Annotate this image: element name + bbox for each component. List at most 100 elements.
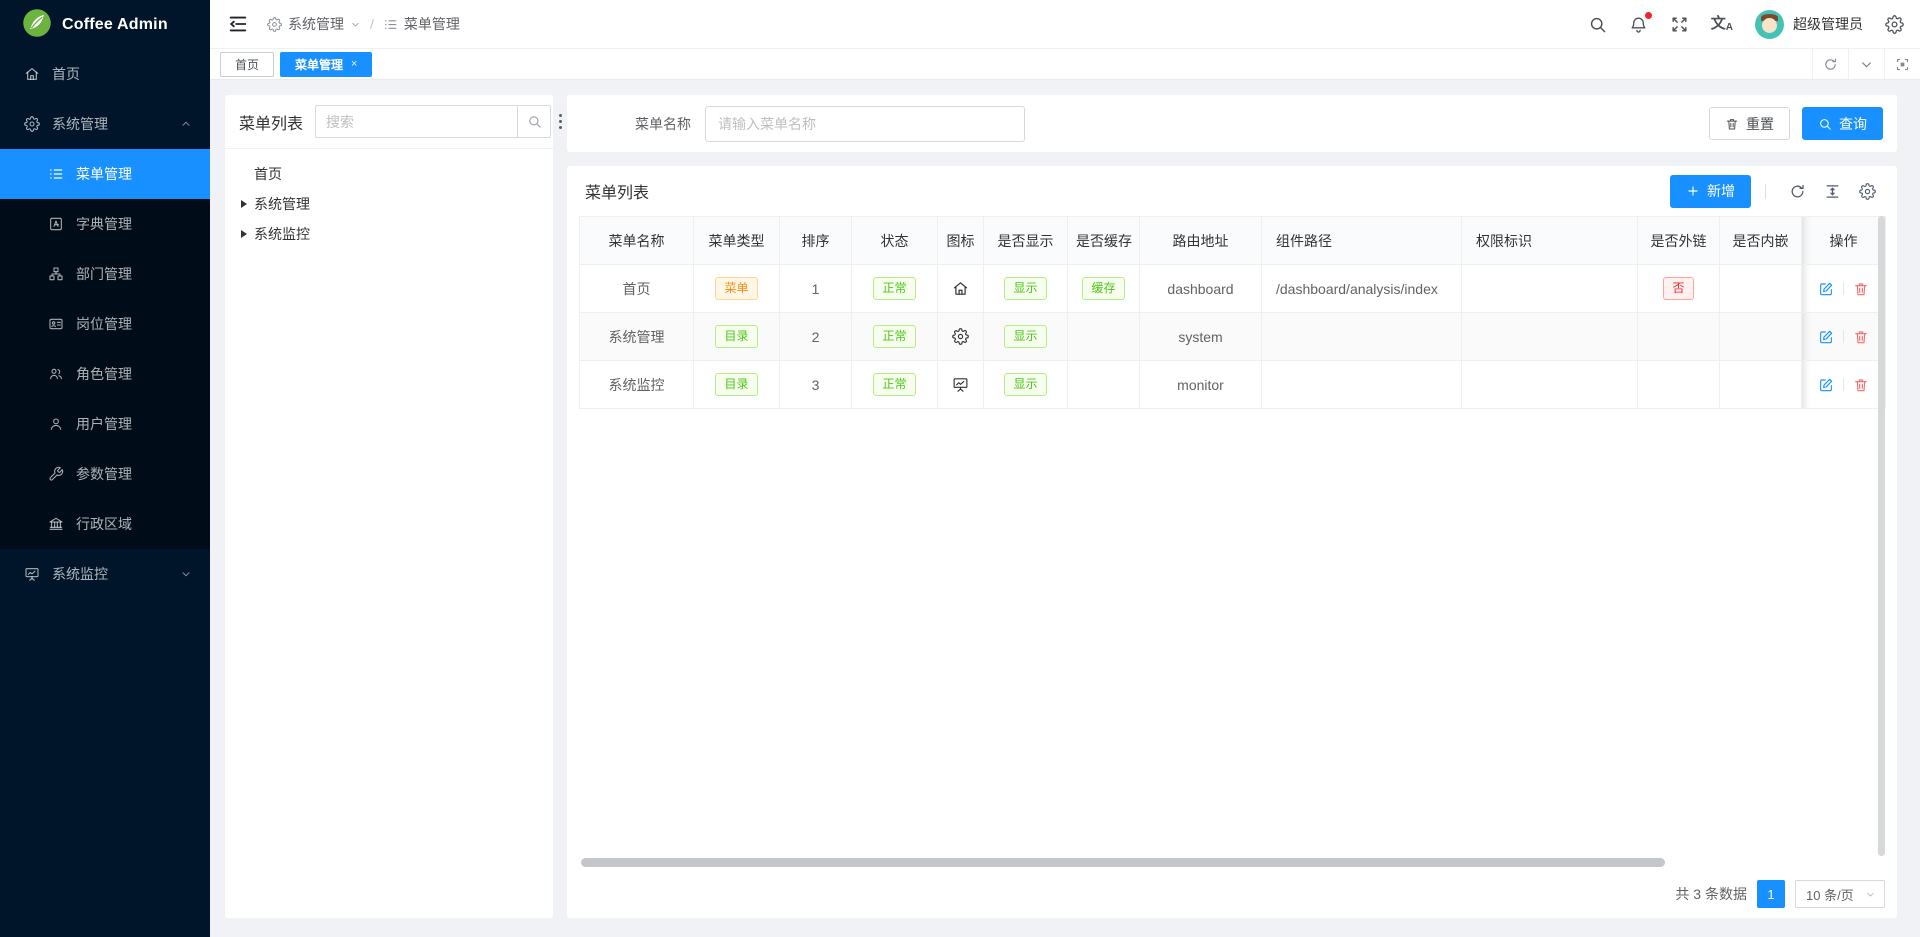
tabbar: 首页 菜单管理 ×: [210, 49, 1920, 80]
fullscreen-icon[interactable]: [1670, 15, 1689, 34]
content-fullscreen-icon[interactable]: [1884, 49, 1920, 79]
chevron-down-icon: [350, 19, 361, 30]
sidebar-item-home[interactable]: 首页: [0, 49, 210, 99]
gear-icon: [267, 17, 282, 32]
avatar: [1755, 10, 1784, 39]
scrollbar-thumb[interactable]: [581, 858, 1665, 867]
breadcrumb-separator: /: [370, 16, 374, 32]
user-menu[interactable]: 超级管理员: [1755, 10, 1863, 39]
chevron-down-icon: [1865, 889, 1876, 900]
cell-status: 正常: [852, 361, 938, 409]
tree-search-input[interactable]: [315, 105, 517, 138]
sidebar-item-menu-management[interactable]: 菜单管理: [0, 149, 210, 199]
cell-component: [1262, 361, 1462, 409]
monitor-icon: [24, 566, 40, 582]
system-management-submenu: 菜单管理 字典管理 部门管理 岗位管理 角色管理: [0, 149, 210, 549]
menu-tree: 首页 系统管理 系统监控: [225, 149, 553, 259]
sidebar-item-post-management[interactable]: 岗位管理: [0, 299, 210, 349]
table-row: 首页 菜单 1 正常 显示 缓存 dashboard /dashboard/an…: [580, 265, 1886, 313]
edit-icon[interactable]: [1818, 329, 1834, 345]
cell-embedded: [1720, 313, 1802, 361]
cell-cache: [1068, 313, 1140, 361]
logo[interactable]: Coffee Admin: [0, 0, 210, 49]
caret-icon[interactable]: [241, 230, 247, 238]
table-wrapper: 菜单名称 菜单类型 排序 状态 图标 是否显示 是否缓存 路由地址 组件路径: [579, 216, 1885, 870]
delete-icon[interactable]: [1853, 281, 1869, 297]
translate-icon[interactable]: 文A: [1711, 16, 1733, 33]
chevron-up-icon: [180, 118, 192, 130]
search-icon: [527, 114, 542, 129]
table-row: 系统监控 目录 3 正常 显示 monitor: [580, 361, 1886, 409]
breadcrumb-item-menu-management[interactable]: 菜单管理: [383, 14, 460, 34]
visible-badge: 显示: [1004, 325, 1046, 349]
sidebar-item-dictionary-management[interactable]: 字典管理: [0, 199, 210, 249]
settings-gear-icon[interactable]: [1885, 15, 1904, 34]
notification-dot: [1645, 12, 1652, 19]
cell-embedded: [1720, 265, 1802, 313]
sidebar-item-system-monitor[interactable]: 系统监控: [0, 549, 210, 599]
cell-external: [1638, 313, 1720, 361]
sidebar-item-user-management[interactable]: 用户管理: [0, 399, 210, 449]
sidebar-item-administrative-region[interactable]: 行政区域: [0, 499, 210, 549]
tab-options-chevron-icon[interactable]: [1848, 49, 1884, 79]
tree-node-system-management[interactable]: 系统管理: [233, 189, 545, 219]
cell-cache: 缓存: [1068, 265, 1140, 313]
edit-icon[interactable]: [1818, 377, 1834, 393]
vertical-scrollbar[interactable]: [1878, 216, 1885, 856]
search-icon[interactable]: [1588, 15, 1607, 34]
table-title: 菜单列表: [585, 179, 649, 203]
menu-type-badge: 目录: [715, 325, 757, 349]
menu-tree-panel: 菜单列表 首页 系统管理: [225, 95, 553, 918]
close-icon[interactable]: ×: [351, 58, 357, 70]
tabbar-controls: [1812, 49, 1920, 79]
menu-list-icon: [48, 166, 64, 182]
dictionary-icon: [48, 216, 64, 232]
notification-bell-icon[interactable]: [1629, 15, 1648, 34]
page-size-select[interactable]: 10 条/页: [1795, 880, 1885, 908]
app-title: Coffee Admin: [62, 16, 168, 34]
table-header-row: 菜单名称 菜单类型 排序 状态 图标 是否显示 是否缓存 路由地址 组件路径: [580, 217, 1886, 265]
tree-search-button[interactable]: [517, 105, 551, 138]
visible-badge: 显示: [1004, 277, 1046, 301]
cell-visible: 显示: [984, 265, 1068, 313]
sidebar-item-system-management[interactable]: 系统管理: [0, 99, 210, 149]
refresh-tab-icon[interactable]: [1812, 49, 1848, 79]
sidebar-item-role-management[interactable]: 角色管理: [0, 349, 210, 399]
tab-home[interactable]: 首页: [220, 52, 274, 77]
refresh-icon[interactable]: [1789, 183, 1806, 200]
gear-icon: [952, 328, 969, 345]
cell-menu-name: 系统管理: [580, 313, 694, 361]
tree-node-system-monitor[interactable]: 系统监控: [233, 219, 545, 249]
horizontal-scrollbar[interactable]: [579, 858, 1885, 868]
menu-name-label: 菜单名称: [635, 114, 691, 134]
id-card-icon: [48, 316, 64, 332]
col-embedded: 是否内嵌: [1720, 217, 1802, 265]
column-settings-gear-icon[interactable]: [1859, 183, 1876, 200]
search-icon: [1818, 117, 1832, 131]
cell-component: /dashboard/analysis/index: [1262, 265, 1462, 313]
reset-button[interactable]: 重置: [1709, 107, 1790, 140]
tree-node-home[interactable]: 首页: [233, 159, 545, 189]
status-badge: 正常: [873, 325, 915, 349]
edit-icon[interactable]: [1818, 281, 1834, 297]
caret-icon[interactable]: [241, 200, 247, 208]
row-height-icon[interactable]: [1824, 183, 1841, 200]
total-count: 共 3 条数据: [1675, 884, 1747, 904]
page-1-button[interactable]: 1: [1757, 880, 1785, 908]
cell-order: 1: [780, 265, 852, 313]
menu-type-badge: 目录: [715, 373, 757, 397]
sidebar-item-parameter-management[interactable]: 参数管理: [0, 449, 210, 499]
more-options-icon[interactable]: [559, 114, 562, 129]
delete-icon[interactable]: [1853, 377, 1869, 393]
add-button[interactable]: 新增: [1670, 175, 1751, 208]
cell-menu-type: 目录: [694, 313, 780, 361]
col-icon: 图标: [938, 217, 984, 265]
delete-icon[interactable]: [1853, 329, 1869, 345]
sidebar-item-department-management[interactable]: 部门管理: [0, 249, 210, 299]
query-button[interactable]: 查询: [1802, 107, 1883, 140]
tab-menu-management[interactable]: 菜单管理 ×: [280, 52, 372, 77]
breadcrumb-item-system-management[interactable]: 系统管理: [267, 14, 361, 34]
menu-list-icon: [383, 17, 398, 32]
menu-name-input[interactable]: [705, 106, 1025, 142]
menu-fold-icon[interactable]: [227, 13, 249, 35]
